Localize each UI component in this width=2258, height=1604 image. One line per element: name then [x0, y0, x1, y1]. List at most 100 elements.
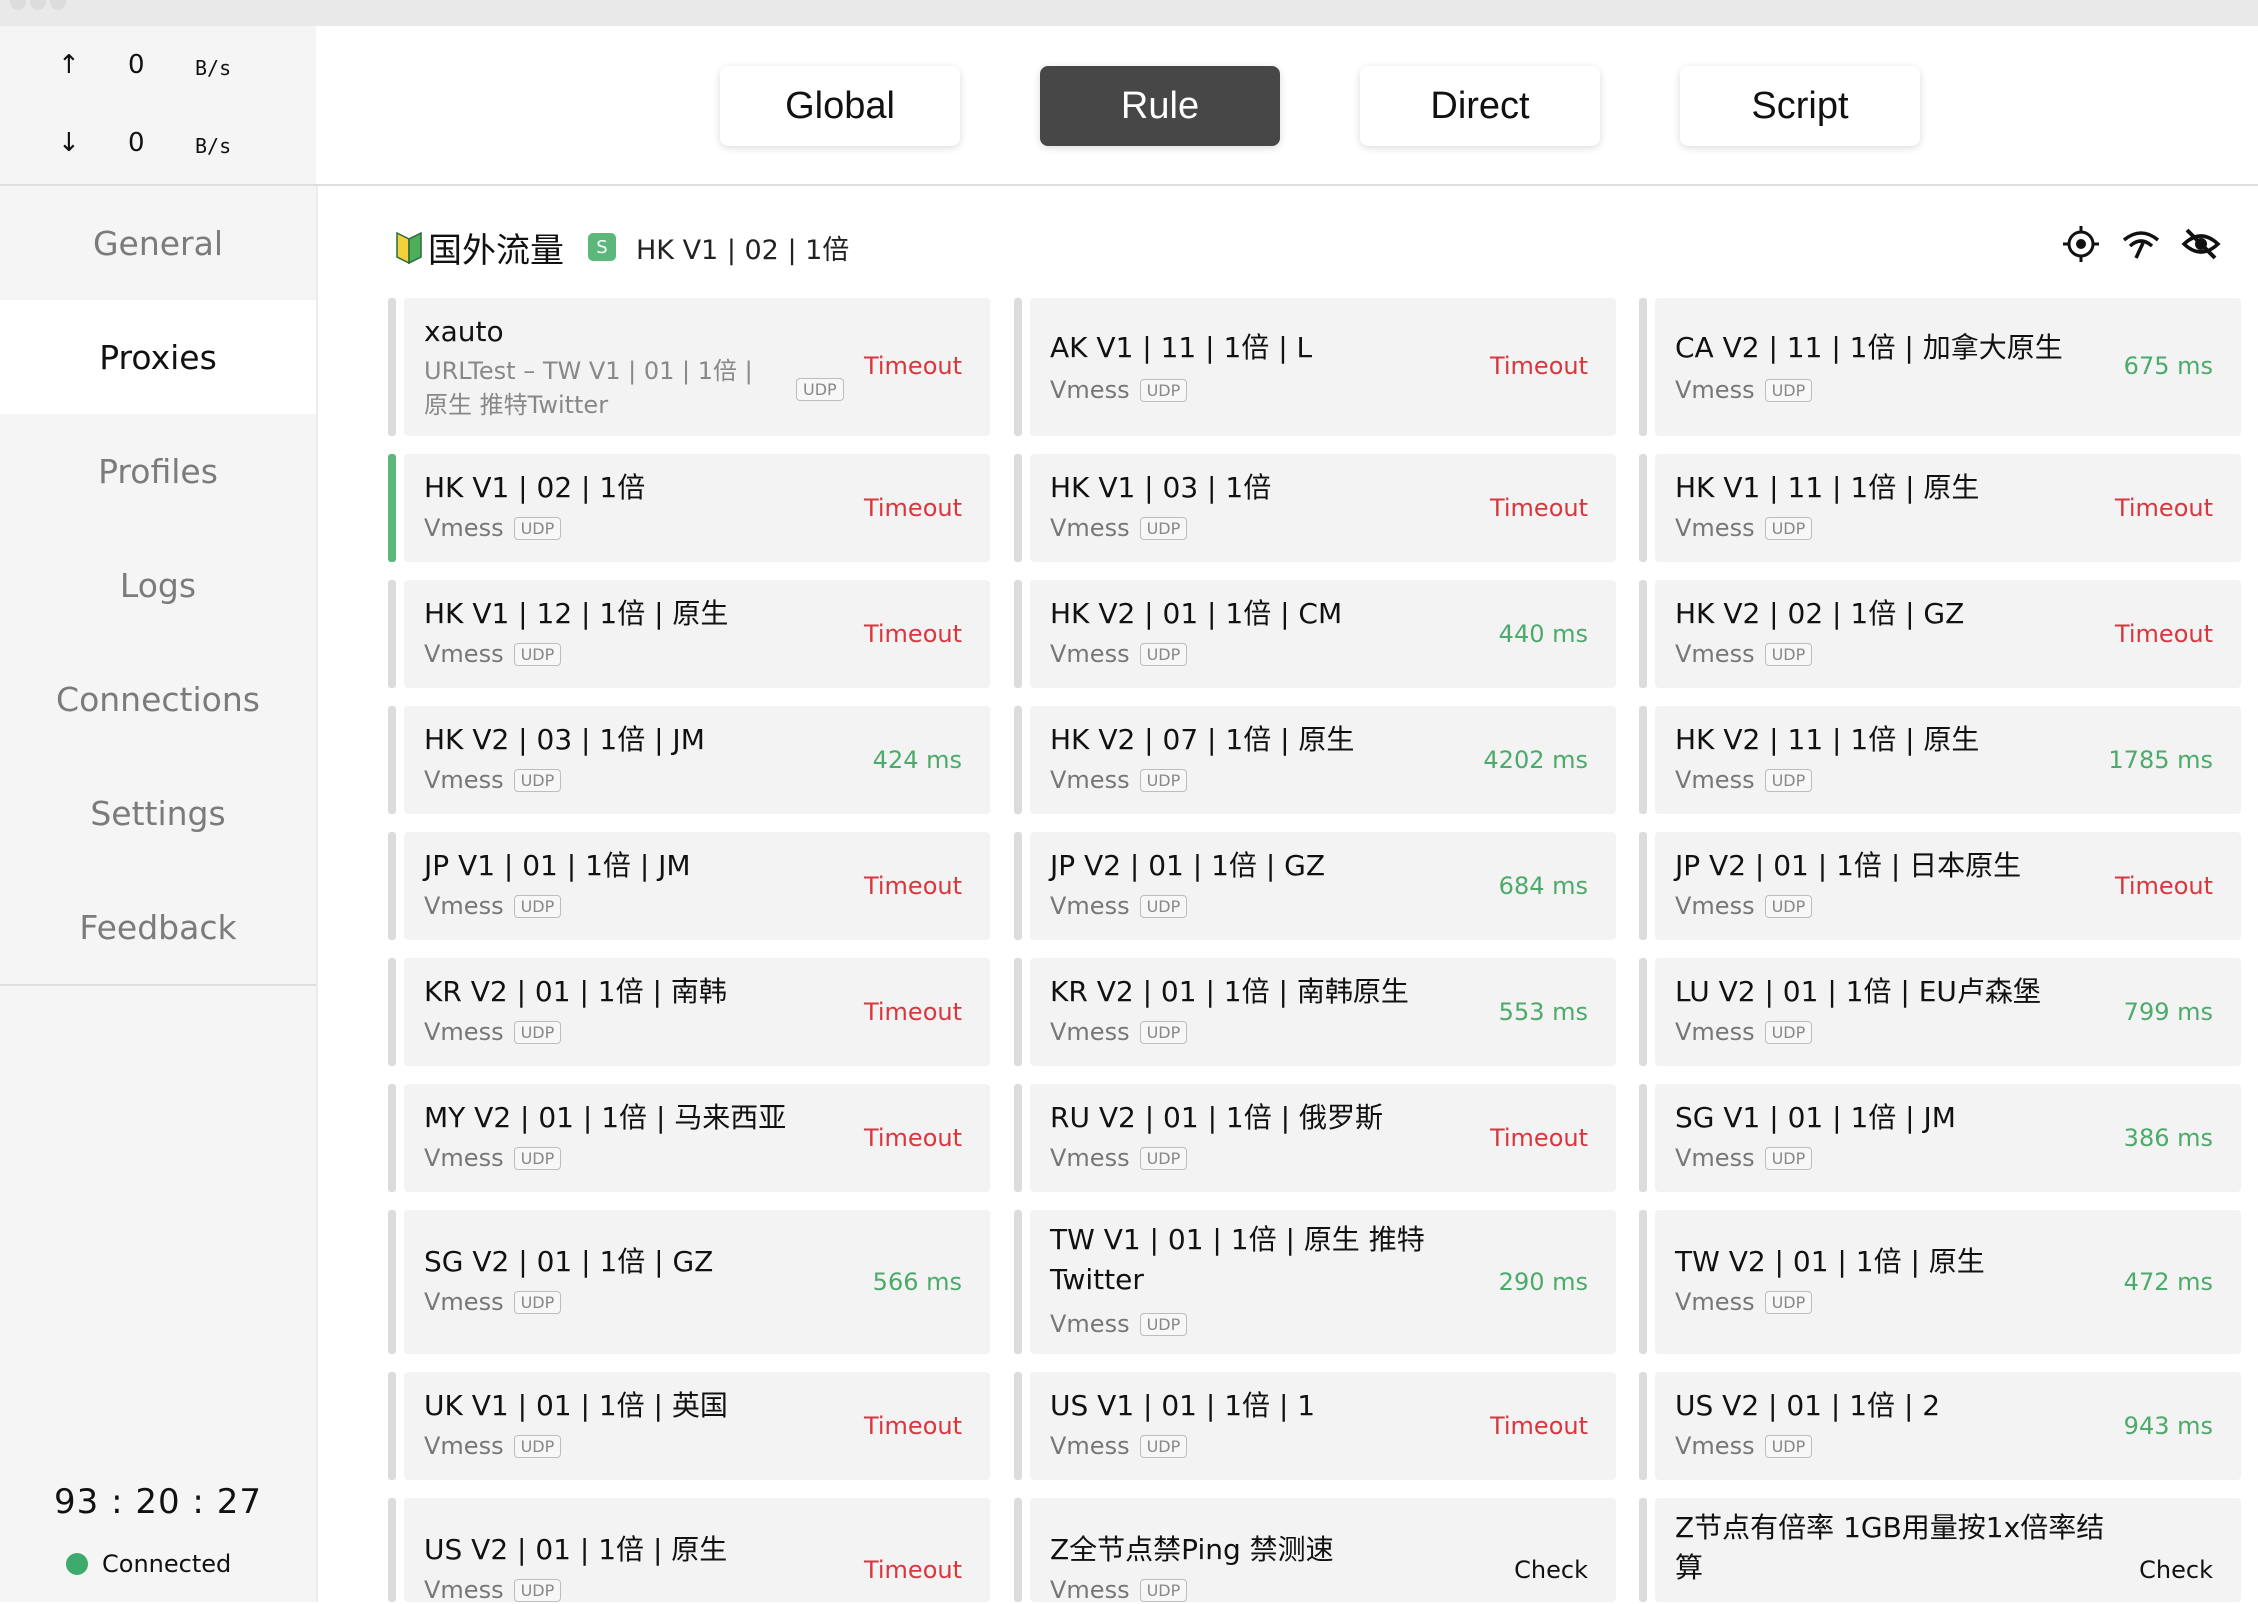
proxy-delay[interactable]: 675 ms — [2124, 352, 2213, 380]
proxy-card[interactable]: RU V2 | 01 | 1倍 | 俄罗斯 Vmess UDP Timeout — [1014, 1084, 1616, 1192]
sidebar-item-label: Profiles — [98, 451, 218, 491]
sidebar-item-feedback[interactable]: Feedback — [0, 870, 316, 984]
proxy-delay[interactable]: Timeout — [864, 1556, 962, 1584]
proxy-card[interactable]: CA V2 | 11 | 1倍 | 加拿大原生 Vmess UDP 675 ms — [1639, 298, 2241, 436]
proxy-delay[interactable]: 4202 ms — [1483, 746, 1588, 774]
udp-badge: UDP — [513, 1290, 562, 1314]
proxy-delay[interactable]: Timeout — [864, 872, 962, 900]
sidebar-item-general[interactable]: General — [0, 186, 316, 300]
sidebar-item-connections[interactable]: Connections — [0, 642, 316, 756]
proxy-group-header[interactable]: 国外流量 S HK V1 | 02 | 1倍 — [396, 222, 849, 272]
proxy-card[interactable]: MY V2 | 01 | 1倍 | 马来西亚 Vmess UDP Timeout — [388, 1084, 990, 1192]
proxy-delay[interactable]: 1785 ms — [2108, 746, 2213, 774]
proxy-card-bar — [388, 298, 396, 436]
proxy-card[interactable]: KR V2 | 01 | 1倍 | 南韩原生 Vmess UDP 553 ms — [1014, 958, 1616, 1066]
mode-rule-button[interactable]: Rule — [1040, 66, 1280, 146]
proxy-card[interactable]: TW V2 | 01 | 1倍 | 原生 Vmess UDP 472 ms — [1639, 1210, 2241, 1354]
proxy-card[interactable]: HK V2 | 01 | 1倍 | CM Vmess UDP 440 ms — [1014, 580, 1616, 688]
proxy-card[interactable]: SG V2 | 01 | 1倍 | GZ Vmess UDP 566 ms — [388, 1210, 990, 1354]
proxy-card-bar — [388, 832, 396, 940]
proxy-delay[interactable]: 440 ms — [1499, 620, 1588, 648]
proxy-type: Vmess — [424, 640, 504, 668]
proxy-type: Vmess — [424, 1144, 504, 1172]
proxy-check-button[interactable]: Check — [2139, 1556, 2213, 1584]
proxy-type: Vmess — [1050, 376, 1130, 404]
proxy-card[interactable]: KR V2 | 01 | 1倍 | 南韩 Vmess UDP Timeout — [388, 958, 990, 1066]
proxy-meta: Vmess UDP — [1050, 1018, 1188, 1046]
proxy-card[interactable]: LU V2 | 01 | 1倍 | EU卢森堡 Vmess UDP 799 ms — [1639, 958, 2241, 1066]
proxy-card[interactable]: Z全节点禁Ping 禁测速 Vmess UDP Check — [1014, 1498, 1616, 1604]
proxy-card[interactable]: HK V2 | 07 | 1倍 | 原生 Vmess UDP 4202 ms — [1014, 706, 1616, 814]
proxy-card[interactable]: HK V2 | 02 | 1倍 | GZ Vmess UDP Timeout — [1639, 580, 2241, 688]
proxy-delay[interactable]: 553 ms — [1499, 998, 1588, 1026]
proxy-delay[interactable]: 290 ms — [1499, 1268, 1588, 1296]
proxy-delay[interactable]: 799 ms — [2124, 998, 2213, 1026]
proxy-card[interactable]: AK V1 | 11 | 1倍 | L Vmess UDP Timeout — [1014, 298, 1616, 436]
proxy-card[interactable]: US V1 | 01 | 1倍 | 1 Vmess UDP Timeout — [1014, 1372, 1616, 1480]
proxy-type: Vmess — [1675, 892, 1755, 920]
proxy-delay[interactable]: 566 ms — [873, 1268, 962, 1296]
minimize-window-button[interactable] — [30, 0, 46, 10]
proxy-card[interactable]: US V2 | 01 | 1倍 | 原生 Vmess UDP Timeout — [388, 1498, 990, 1604]
proxy-card[interactable]: US V2 | 01 | 1倍 | 2 Vmess UDP 943 ms — [1639, 1372, 2241, 1480]
proxy-card-bar — [1639, 298, 1647, 436]
wifi-speed-icon[interactable] — [2121, 224, 2161, 264]
sidebar-divider — [0, 984, 316, 986]
proxy-delay[interactable]: Timeout — [864, 620, 962, 648]
proxy-card[interactable]: xauto URLTest – TW V1 | 01 | 1倍 | 原生 推特T… — [388, 298, 990, 436]
proxy-card[interactable]: HK V2 | 11 | 1倍 | 原生 Vmess UDP 1785 ms — [1639, 706, 2241, 814]
proxy-check-button[interactable]: Check — [1514, 1556, 1588, 1584]
sidebar-item-settings[interactable]: Settings — [0, 756, 316, 870]
sidebar-item-proxies[interactable]: Proxies — [0, 300, 316, 414]
proxy-delay[interactable]: 424 ms — [873, 746, 962, 774]
proxy-delay[interactable]: Timeout — [2115, 494, 2213, 522]
udp-badge: UDP — [513, 1020, 562, 1044]
proxy-type: Vmess — [424, 1288, 504, 1316]
proxy-card[interactable]: TW V1 | 01 | 1倍 | 原生 推特Twitter Vmess UDP … — [1014, 1210, 1616, 1354]
proxy-delay[interactable]: Timeout — [1490, 1412, 1588, 1440]
proxy-name: Z节点有倍率 1GB用量按1x倍率结算 — [1675, 1511, 2105, 1584]
sidebar-item-label: Feedback — [79, 907, 237, 947]
proxy-card[interactable]: JP V2 | 01 | 1倍 | 日本原生 Vmess UDP Timeout — [1639, 832, 2241, 940]
proxy-card[interactable]: Z节点有倍率 1GB用量按1x倍率结算 Check — [1639, 1498, 2241, 1602]
proxy-delay[interactable]: Timeout — [864, 1124, 962, 1152]
proxy-delay[interactable]: 943 ms — [2124, 1412, 2213, 1440]
proxy-card[interactable]: HK V1 | 11 | 1倍 | 原生 Vmess UDP Timeout — [1639, 454, 2241, 562]
proxy-delay[interactable]: Timeout — [864, 352, 962, 380]
zoom-window-button[interactable] — [50, 0, 66, 10]
proxy-delay[interactable]: Timeout — [1490, 352, 1588, 380]
proxy-type: Vmess — [1050, 1144, 1130, 1172]
proxy-card[interactable]: UK V1 | 01 | 1倍 | 英国 Vmess UDP Timeout — [388, 1372, 990, 1480]
sidebar-item-logs[interactable]: Logs — [0, 528, 316, 642]
mode-script-button[interactable]: Script — [1680, 66, 1920, 146]
proxy-delay[interactable]: 386 ms — [2124, 1124, 2213, 1152]
proxy-delay[interactable]: Timeout — [1490, 494, 1588, 522]
proxy-meta: Vmess UDP — [1675, 514, 1813, 542]
mode-direct-button[interactable]: Direct — [1360, 66, 1600, 146]
sidebar-item-profiles[interactable]: Profiles — [0, 414, 316, 528]
proxy-card[interactable]: JP V2 | 01 | 1倍 | GZ Vmess UDP 684 ms — [1014, 832, 1616, 940]
proxy-card[interactable]: HK V1 | 12 | 1倍 | 原生 Vmess UDP Timeout — [388, 580, 990, 688]
proxy-delay[interactable]: Timeout — [864, 998, 962, 1026]
proxy-type: Vmess — [424, 766, 504, 794]
proxy-card[interactable]: JP V1 | 01 | 1倍 | JM Vmess UDP Timeout — [388, 832, 990, 940]
proxy-card[interactable]: SG V1 | 01 | 1倍 | JM Vmess UDP 386 ms — [1639, 1084, 2241, 1192]
proxy-card[interactable]: HK V2 | 03 | 1倍 | JM Vmess UDP 424 ms — [388, 706, 990, 814]
eye-off-icon[interactable] — [2181, 224, 2221, 264]
locate-icon[interactable] — [2061, 224, 2101, 264]
proxy-delay[interactable]: Timeout — [1490, 1124, 1588, 1152]
mode-global-button[interactable]: Global — [720, 66, 960, 146]
proxy-delay[interactable]: Timeout — [864, 1412, 962, 1440]
proxy-type: Vmess — [1050, 640, 1130, 668]
proxy-delay[interactable]: 472 ms — [2124, 1268, 2213, 1296]
proxy-meta: Vmess UDP — [1050, 640, 1188, 668]
proxy-delay[interactable]: Timeout — [2115, 620, 2213, 648]
proxy-card[interactable]: HK V1 | 03 | 1倍 Vmess UDP Timeout — [1014, 454, 1616, 562]
proxy-card[interactable]: HK V1 | 02 | 1倍 Vmess UDP Timeout — [388, 454, 990, 562]
proxy-type: Vmess — [1675, 1288, 1755, 1316]
proxy-name: HK V2 | 01 | 1倍 | CM — [1050, 597, 1343, 630]
close-window-button[interactable] — [10, 0, 26, 10]
proxy-delay[interactable]: Timeout — [2115, 872, 2213, 900]
proxy-delay[interactable]: 684 ms — [1499, 872, 1588, 900]
proxy-delay[interactable]: Timeout — [864, 494, 962, 522]
